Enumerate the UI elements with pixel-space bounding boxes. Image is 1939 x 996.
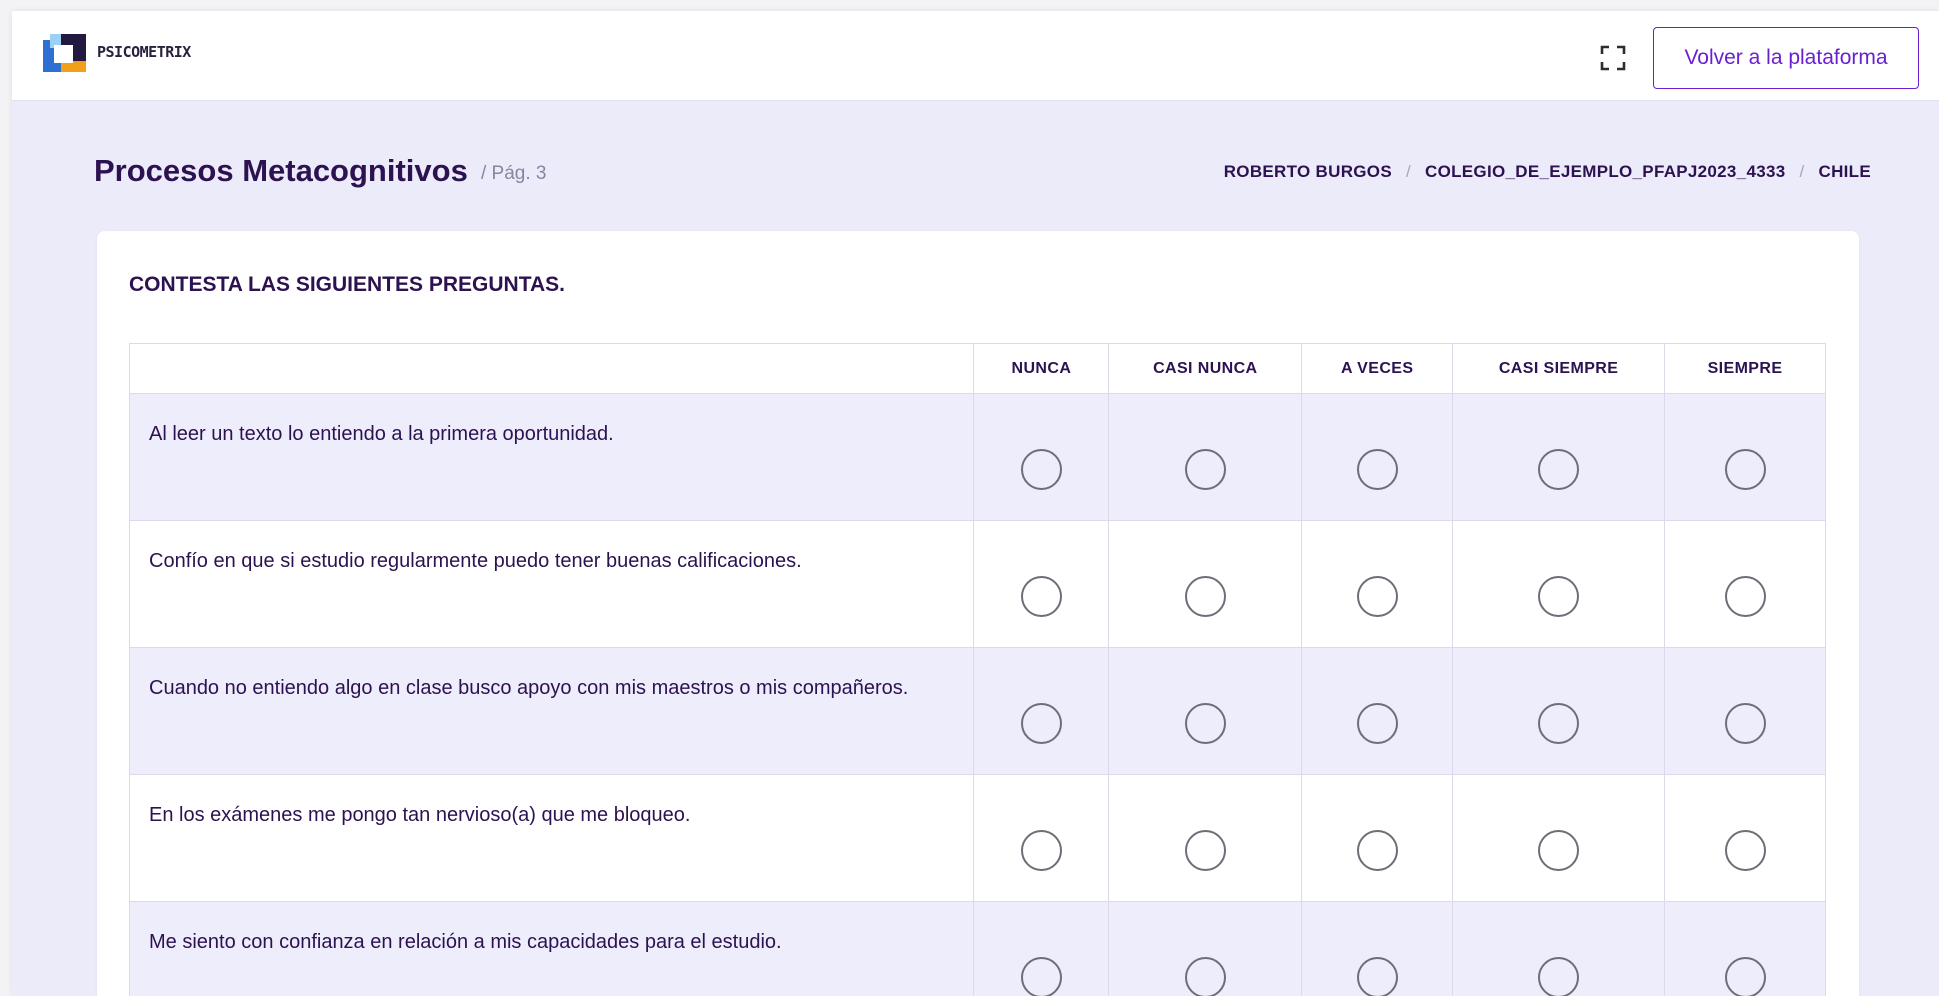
breadcrumb-separator: / [1405, 162, 1411, 181]
radio-nunca[interactable] [1020, 830, 1062, 871]
radio-a-veces[interactable] [1356, 449, 1398, 490]
option-cell [1301, 774, 1454, 902]
option-cell [1108, 520, 1303, 648]
option-cell [1664, 647, 1826, 775]
breadcrumb-student: ROBERTO BURGOS [1223, 162, 1392, 181]
option-cell [1108, 647, 1303, 775]
app-window: PSICOMETRIX Volver a la plataforma Proce… [12, 11, 1939, 996]
radio-a-veces[interactable] [1356, 576, 1398, 617]
option-cell [1452, 647, 1666, 775]
option-cell [1664, 774, 1826, 902]
table-header-row: NUNCA CASI NUNCA A VECES CASI SIEMPRE SI… [128, 343, 1826, 394]
radio-a-veces[interactable] [1356, 703, 1398, 744]
breadcrumb-country: CHILE [1818, 162, 1871, 181]
question-row: Confío en que si estudio regularmente pu… [128, 520, 1826, 648]
radio-a-veces[interactable] [1356, 830, 1398, 871]
header-a-veces: A VECES [1301, 343, 1454, 394]
radio-casi-siempre[interactable] [1538, 830, 1580, 871]
breadcrumb-school: COLEGIO_DE_EJEMPLO_PFAPJ2023_4333 [1425, 162, 1786, 181]
option-cell [1301, 520, 1454, 648]
option-cell [1452, 901, 1666, 996]
option-cell [973, 901, 1110, 996]
question-row: Me siento con confianza en relación a mi… [128, 901, 1826, 996]
radio-siempre[interactable] [1724, 703, 1766, 744]
option-cell [1108, 393, 1303, 521]
radio-siempre[interactable] [1724, 830, 1766, 871]
question-row: Al leer un texto lo entiendo a la primer… [128, 393, 1826, 521]
question-text: Confío en que si estudio regularmente pu… [128, 520, 975, 648]
back-to-platform-button[interactable]: Volver a la plataforma [1653, 27, 1919, 89]
page-number: / Pág. 3 [481, 163, 547, 184]
question-row: En los exámenes me pongo tan nervioso(a)… [128, 774, 1826, 902]
survey-table: NUNCA CASI NUNCA A VECES CASI SIEMPRE SI… [128, 343, 1826, 996]
radio-nunca[interactable] [1020, 703, 1062, 744]
option-cell [973, 774, 1110, 902]
psicometrix-logo-icon [43, 34, 86, 72]
header-casi-nunca: CASI NUNCA [1108, 343, 1303, 394]
radio-casi-nunca[interactable] [1184, 957, 1226, 996]
logo-text: PSICOMETRIX [97, 43, 191, 61]
option-cell [1452, 520, 1666, 648]
radio-casi-nunca[interactable] [1184, 449, 1226, 490]
radio-nunca[interactable] [1020, 449, 1062, 490]
radio-siempre[interactable] [1724, 957, 1766, 996]
radio-nunca[interactable] [1020, 576, 1062, 617]
option-cell [1301, 901, 1454, 996]
option-cell [1452, 393, 1666, 521]
breadcrumb-separator: / [1799, 162, 1805, 181]
radio-nunca[interactable] [1020, 957, 1062, 996]
option-cell [1108, 901, 1303, 996]
header-nunca: NUNCA [973, 343, 1110, 394]
radio-casi-nunca[interactable] [1184, 703, 1226, 744]
header-siempre: SIEMPRE [1664, 343, 1826, 394]
option-cell [1452, 774, 1666, 902]
option-cell [1108, 774, 1303, 902]
header-question-column [128, 343, 975, 394]
option-cell [1301, 647, 1454, 775]
question-text: Me siento con confianza en relación a mi… [128, 901, 975, 996]
question-text: Cuando no entiendo algo en clase busco a… [128, 647, 975, 775]
option-cell [1664, 901, 1826, 996]
option-cell [973, 647, 1110, 775]
question-text: En los exámenes me pongo tan nervioso(a)… [128, 774, 975, 902]
survey-instruction: CONTESTA LAS SIGUIENTES PREGUNTAS. [129, 273, 565, 296]
radio-casi-nunca[interactable] [1184, 830, 1226, 871]
fullscreen-expand-icon[interactable] [1598, 43, 1628, 73]
top-bar: PSICOMETRIX Volver a la plataforma [12, 11, 1939, 101]
radio-siempre[interactable] [1724, 576, 1766, 617]
radio-siempre[interactable] [1724, 449, 1766, 490]
header-casi-siempre: CASI SIEMPRE [1452, 343, 1666, 394]
question-row: Cuando no entiendo algo en clase busco a… [128, 647, 1826, 775]
radio-casi-nunca[interactable] [1184, 576, 1226, 617]
page-title: Procesos Metacognitivos [94, 153, 468, 188]
option-cell [1301, 393, 1454, 521]
option-cell [973, 393, 1110, 521]
radio-casi-siempre[interactable] [1538, 703, 1580, 744]
radio-casi-siempre[interactable] [1538, 576, 1580, 617]
radio-a-veces[interactable] [1356, 957, 1398, 996]
option-cell [1664, 520, 1826, 648]
option-cell [1664, 393, 1826, 521]
option-cell [973, 520, 1110, 648]
breadcrumb: ROBERTO BURGOS / COLEGIO_DE_EJEMPLO_PFAP… [1224, 162, 1871, 182]
survey-card: CONTESTA LAS SIGUIENTES PREGUNTAS. NUNCA… [97, 231, 1859, 996]
radio-casi-siempre[interactable] [1538, 449, 1580, 490]
radio-casi-siempre[interactable] [1538, 957, 1580, 996]
question-text: Al leer un texto lo entiendo a la primer… [128, 393, 975, 521]
